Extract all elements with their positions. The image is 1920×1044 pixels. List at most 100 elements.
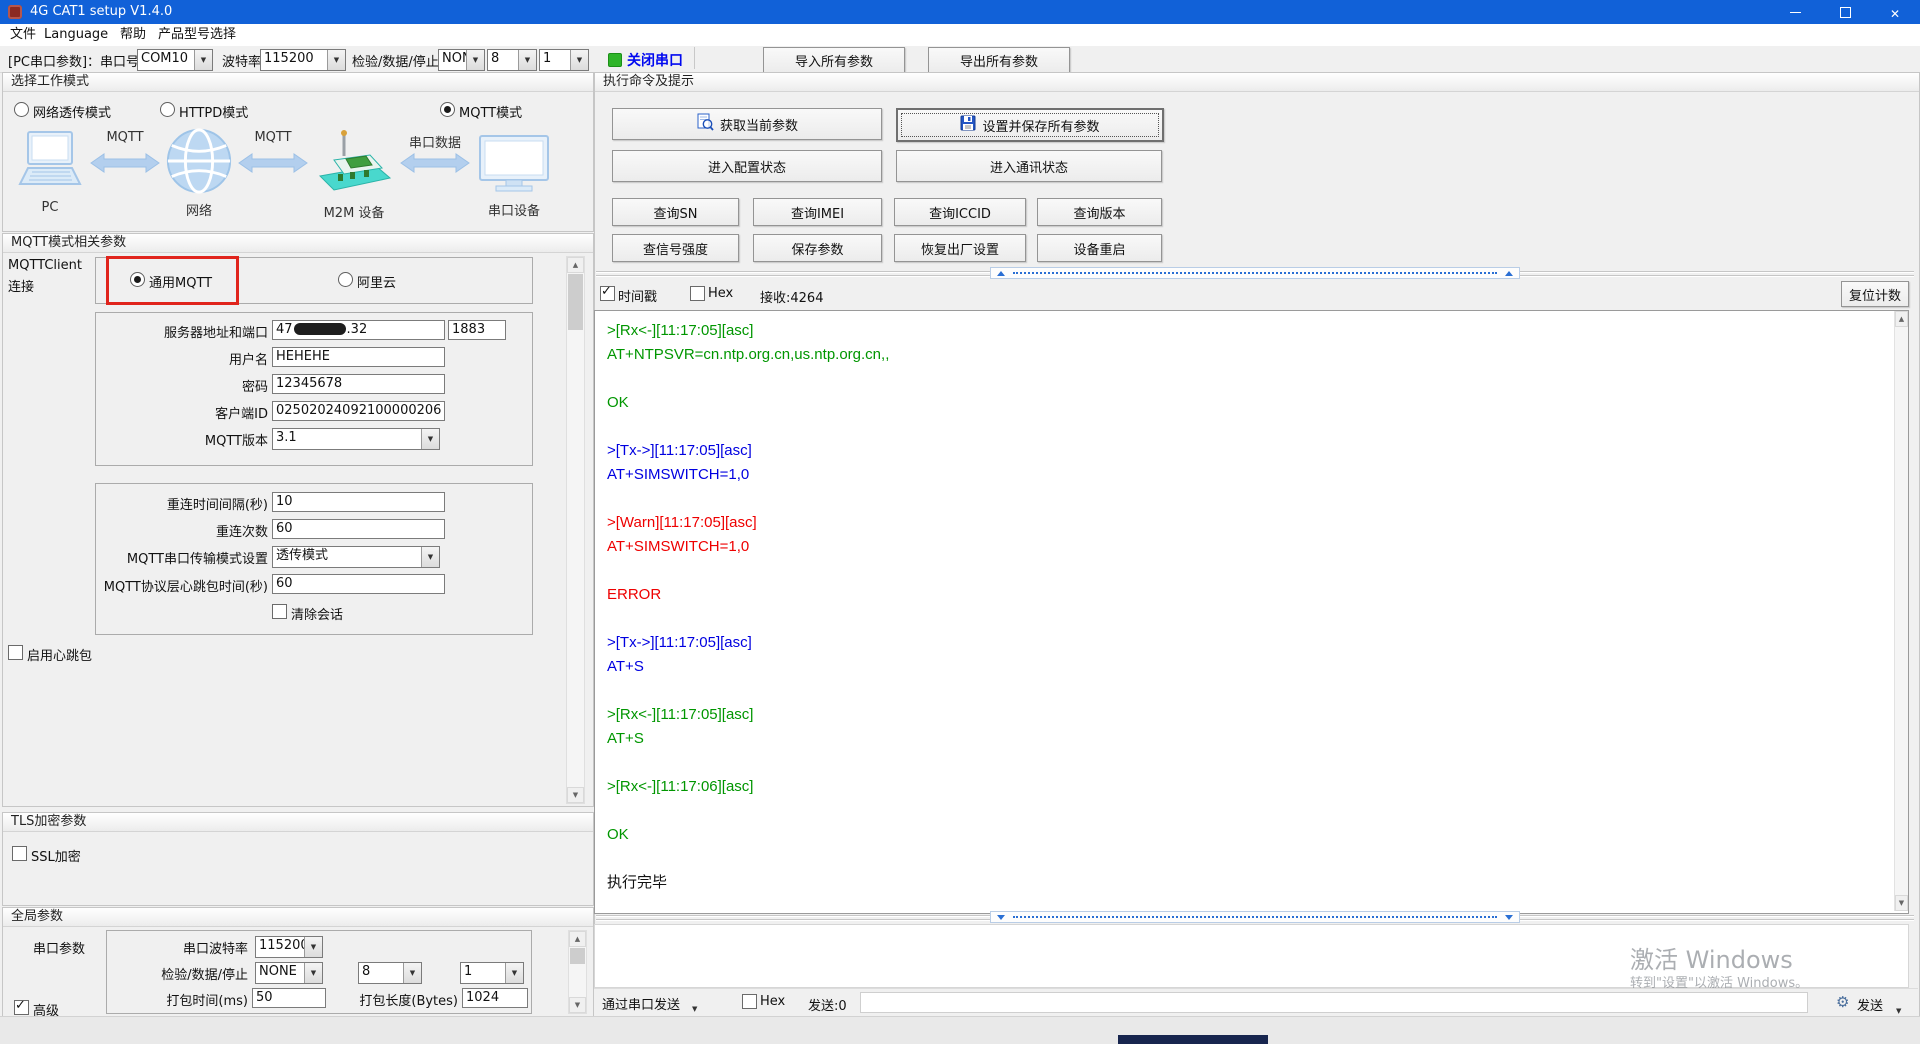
enter-comm-button[interactable]: 进入通讯状态 [896,150,1162,182]
query-version-button[interactable]: 查询版本 [1037,198,1162,226]
heartbeat-label[interactable]: 启用心跳包 [27,645,92,664]
baud-select[interactable]: 115200 [260,49,346,71]
radio-transparent-mode-label[interactable]: 网络透传模式 [33,102,111,121]
scroll-down-icon[interactable] [567,787,584,803]
send-hex-label[interactable]: Hex [760,994,785,1009]
activate-windows-watermark: 激活 Windows [1630,940,1793,975]
menu-help[interactable]: 帮助 [120,24,146,46]
chevron-down-icon[interactable] [505,963,523,983]
heartbeat-checkbox[interactable] [8,645,23,660]
device-restart-button[interactable]: 设备重启 [1037,234,1162,262]
scroll-down-icon[interactable] [1895,895,1908,911]
global-parity-select[interactable]: NONE [255,962,323,984]
radio-httpd-mode[interactable] [160,102,175,117]
pack-time-input[interactable]: 50 [252,988,326,1008]
transfer-mode-select[interactable]: 透传模式 [272,546,440,568]
menu-language[interactable]: Language [44,24,108,46]
radio-mqtt-mode-label[interactable]: MQTT模式 [459,102,522,121]
advanced-checkbox[interactable] [14,1000,29,1015]
chevron-down-icon[interactable] [194,50,212,70]
global-stopbits-select[interactable]: 1 [460,962,524,984]
get-params-button[interactable]: 获取当前参数 [612,108,882,140]
chevron-down-icon[interactable] [1896,998,1901,1017]
clientid-input[interactable]: 02502024092100000206 [272,401,445,421]
radio-aliyun-label[interactable]: 阿里云 [357,272,396,291]
query-iccid-button[interactable]: 查询ICCID [894,198,1026,226]
set-save-params-button[interactable]: 设置并保存所有参数 [896,108,1164,142]
send-splitter-handle[interactable] [990,911,1520,923]
keepalive-input[interactable]: 60 [272,574,445,594]
query-signal-button[interactable]: 查信号强度 [612,234,739,262]
reconnect-count-input[interactable]: 60 [272,519,445,539]
menu-product-model[interactable]: 产品型号选择 [158,24,236,46]
factory-reset-button[interactable]: 恢复出厂设置 [894,234,1026,262]
gear-icon[interactable] [1836,992,1849,1011]
reconnect-interval-input[interactable]: 10 [272,492,445,512]
scrollbar-thumb[interactable] [570,948,585,964]
timestamp-label[interactable]: 时间戳 [618,286,657,305]
send-hex-checkbox[interactable] [742,994,757,1009]
chevron-down-icon[interactable] [421,547,439,567]
clean-session-label[interactable]: 清除会话 [291,604,343,623]
query-sn-button[interactable]: 查询SN [612,198,739,226]
enter-config-button[interactable]: 进入配置状态 [612,150,882,182]
send-via-dropdown[interactable]: 通过串口发送 [602,994,680,1013]
clientid-label: 客户端ID [100,403,268,422]
log-line: OK [607,823,1888,847]
chevron-down-icon[interactable] [304,937,322,957]
radio-aliyun[interactable] [338,272,353,287]
query-imei-button[interactable]: 查询IMEI [753,198,882,226]
chevron-down-icon[interactable] [692,996,697,1015]
send-input[interactable] [860,992,1808,1013]
log-hex-checkbox[interactable] [690,286,705,301]
server-host-input[interactable]: 47.32 [272,320,445,340]
log-line [607,487,1888,511]
scrollbar-thumb[interactable] [568,274,583,330]
close-port-button[interactable]: 关闭串口 [627,50,683,70]
send-button[interactable]: 发送 [1857,995,1883,1014]
export-params-button[interactable]: 导出所有参数 [928,47,1070,73]
mqtt-panel-scrollbar[interactable] [566,256,585,804]
menu-file[interactable]: 文件 [10,24,36,46]
parity-select[interactable]: NONI [438,49,485,71]
close-button[interactable] [1870,0,1920,24]
chevron-down-icon[interactable] [518,50,536,70]
username-input[interactable]: HEHEHE [272,347,445,367]
scroll-up-icon[interactable] [567,257,584,273]
chevron-down-icon[interactable] [327,50,345,70]
scroll-up-icon[interactable] [1895,311,1908,327]
pack-len-input[interactable]: 1024 [462,988,528,1008]
maximize-button[interactable] [1820,0,1870,24]
server-port-input[interactable]: 1883 [448,320,506,340]
radio-transparent-mode[interactable] [14,102,29,117]
global-panel-scrollbar[interactable] [568,930,587,1014]
log-scrollbar[interactable] [1894,311,1908,911]
radio-mqtt-mode[interactable] [440,102,455,117]
reset-counter-button[interactable]: 复位计数 [1841,281,1909,307]
save-params-button[interactable]: 保存参数 [753,234,882,262]
stopbits-select[interactable]: 1 [539,49,589,71]
minimize-button[interactable] [1770,0,1820,24]
chevron-down-icon[interactable] [304,963,322,983]
radio-httpd-mode-label[interactable]: HTTPD模式 [179,102,248,121]
log-splitter-handle[interactable] [990,267,1520,279]
mqtt-version-select[interactable]: 3.1 [272,428,440,450]
chevron-down-icon[interactable] [466,50,484,70]
timestamp-checkbox[interactable] [600,286,615,301]
chevron-down-icon[interactable] [570,50,588,70]
databits-select[interactable]: 8 [487,49,537,71]
ssl-checkbox[interactable] [12,846,27,861]
global-baud-select[interactable]: 115200 [255,936,323,958]
scroll-up-icon[interactable] [569,931,586,947]
import-params-button[interactable]: 导入所有参数 [763,47,905,73]
chevron-down-icon[interactable] [403,963,421,983]
log-output-area[interactable]: >[Rx<-][11:17:05][asc]AT+NTPSVR=cn.ntp.o… [594,310,1909,914]
com-port-select[interactable]: COM10 [137,49,213,71]
ssl-label[interactable]: SSL加密 [31,846,81,865]
global-databits-select[interactable]: 8 [358,962,422,984]
log-hex-label[interactable]: Hex [708,286,733,301]
password-input[interactable]: 12345678 [272,374,445,394]
clean-session-checkbox[interactable] [272,604,287,619]
chevron-down-icon[interactable] [421,429,439,449]
scroll-down-icon[interactable] [569,997,586,1013]
